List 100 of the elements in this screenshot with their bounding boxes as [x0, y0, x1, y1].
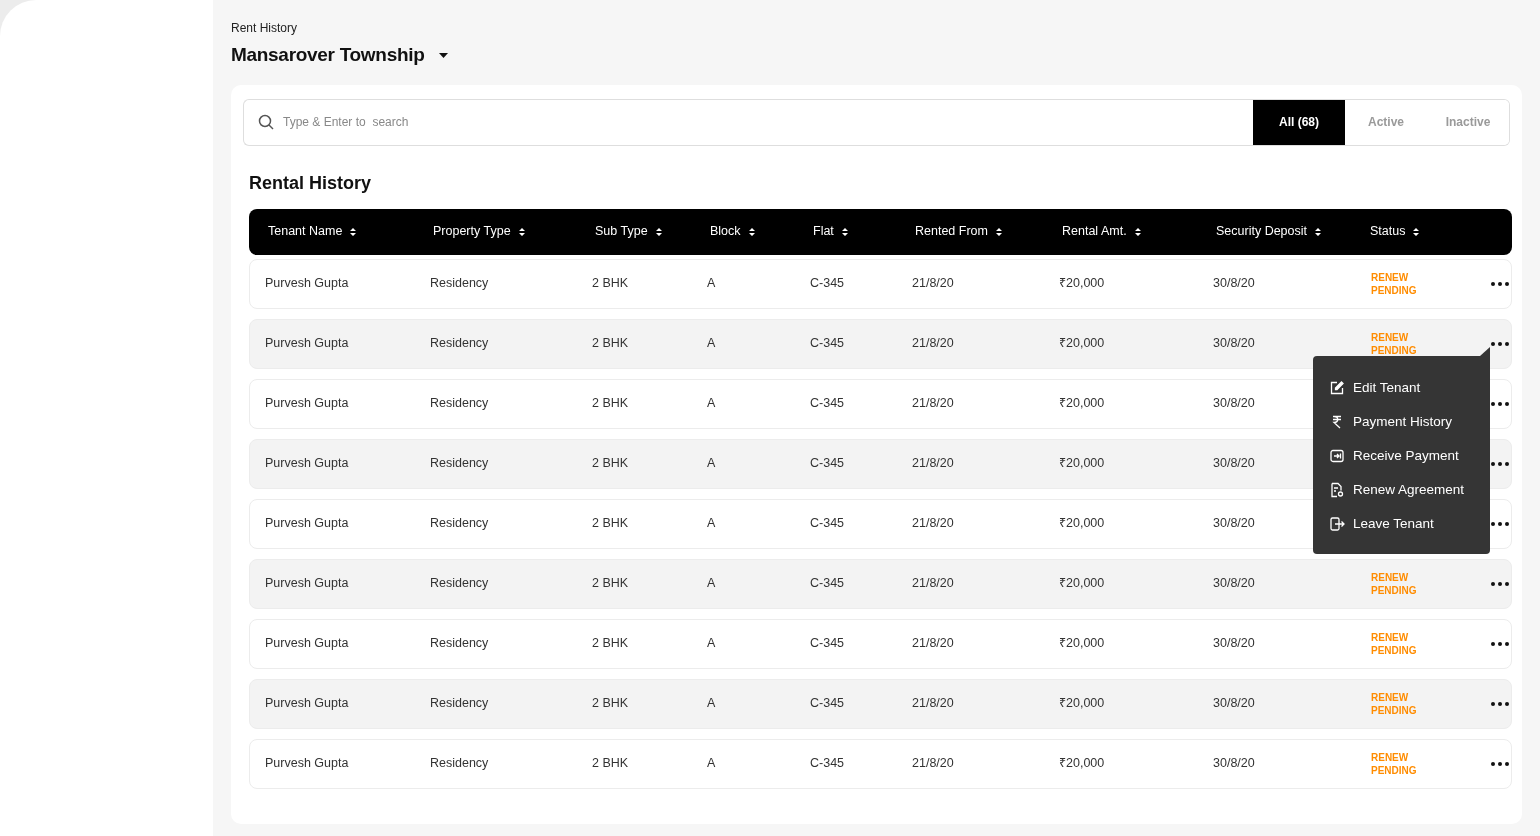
breadcrumb: Rent History: [231, 20, 299, 37]
table-cell: Purvesh Gupta: [265, 396, 349, 411]
table-cell: A: [707, 456, 716, 471]
table-cell: 2 BHK: [592, 276, 629, 291]
status-label: RENEW PENDING: [1371, 570, 1417, 597]
table-cell: 21/8/20: [912, 396, 954, 411]
sort-icon[interactable]: [518, 226, 525, 237]
table-cell: C-345: [810, 516, 845, 531]
table-cell: 21/8/20: [912, 276, 954, 291]
table-cell: Residency: [430, 756, 489, 771]
table-cell: 21/8/20: [912, 696, 954, 711]
more-button[interactable]: [1490, 760, 1510, 767]
column-header[interactable]: Status: [1370, 222, 1406, 241]
sort-icon[interactable]: [995, 226, 1002, 237]
table-cell: 30/8/20: [1213, 576, 1255, 591]
table-cell: Purvesh Gupta: [265, 576, 349, 591]
column-header[interactable]: Flat: [813, 222, 834, 241]
table-cell: Purvesh Gupta: [265, 516, 349, 531]
more-button[interactable]: [1490, 580, 1510, 587]
more-button[interactable]: [1490, 280, 1510, 287]
menu-item[interactable]: Leave Tenant: [1329, 513, 1490, 535]
column-header[interactable]: Rented From: [915, 222, 988, 241]
column-header[interactable]: Property Type: [433, 222, 511, 241]
table-cell: Purvesh Gupta: [265, 336, 349, 351]
sort-icon[interactable]: [1134, 226, 1141, 237]
more-button[interactable]: [1490, 460, 1510, 467]
table-cell: Purvesh Gupta: [265, 696, 349, 711]
table-cell: 30/8/20: [1213, 456, 1255, 471]
column-header[interactable]: Tenant Name: [268, 222, 343, 241]
menu-item[interactable]: Edit Tenant: [1329, 377, 1490, 399]
table-cell: ₹20,000: [1059, 516, 1105, 531]
sort-icon[interactable]: [1315, 226, 1321, 237]
table-cell: 30/8/20: [1213, 756, 1255, 771]
sort-icon[interactable]: [350, 226, 357, 237]
status-label: RENEW PENDING: [1371, 750, 1417, 777]
sort-icon[interactable]: [748, 226, 755, 237]
status-label: RENEW PENDING: [1371, 690, 1417, 717]
table-cell: A: [707, 396, 716, 411]
section-title: Rental History: [249, 171, 372, 195]
table-cell: A: [707, 336, 716, 351]
menu-item[interactable]: Renew Agreement: [1329, 479, 1490, 501]
column-header[interactable]: Security Deposit: [1216, 222, 1307, 241]
more-button[interactable]: [1490, 700, 1510, 707]
table-cell: A: [707, 276, 716, 291]
table-cell: Residency: [430, 336, 489, 351]
menu-item[interactable]: Receive Payment: [1329, 445, 1490, 467]
table-cell: C-345: [810, 456, 845, 471]
table-cell: 30/8/20: [1213, 636, 1255, 651]
township-dropdown[interactable]: Mansarover Township: [231, 41, 448, 70]
status-label: RENEW PENDING: [1371, 630, 1417, 657]
table-cell: Purvesh Gupta: [265, 636, 349, 651]
exit-icon: [1329, 516, 1345, 532]
table-cell: C-345: [810, 756, 845, 771]
more-button[interactable]: [1490, 640, 1510, 647]
table-cell: A: [707, 636, 716, 651]
table-cell: 30/8/20: [1213, 336, 1255, 351]
column-header[interactable]: Block: [710, 222, 741, 241]
table-cell: C-345: [810, 636, 845, 651]
table-cell: ₹20,000: [1059, 276, 1105, 291]
table-cell: 30/8/20: [1213, 696, 1255, 711]
table-cell: Purvesh Gupta: [265, 756, 349, 771]
table-cell: 2 BHK: [592, 396, 629, 411]
table-cell: Residency: [430, 276, 489, 291]
table-cell: 21/8/20: [912, 576, 954, 591]
table-cell: C-345: [810, 276, 845, 291]
table-cell: Residency: [430, 576, 489, 591]
status-label: RENEW PENDING: [1371, 270, 1417, 297]
sort-icon[interactable]: [841, 226, 848, 237]
table-cell: C-345: [810, 396, 845, 411]
table-cell: 30/8/20: [1213, 276, 1255, 291]
table-cell: 2 BHK: [592, 636, 629, 651]
table-cell: Residency: [430, 696, 489, 711]
table-cell: A: [707, 516, 716, 531]
table-cell: C-345: [810, 336, 845, 351]
more-button[interactable]: [1490, 400, 1510, 407]
sort-icon[interactable]: [1413, 226, 1420, 237]
column-header[interactable]: Rental Amt.: [1062, 222, 1127, 241]
table-cell: 30/8/20: [1213, 516, 1255, 531]
edit-icon: [1329, 380, 1345, 396]
table-cell: 2 BHK: [592, 336, 629, 351]
menu-item[interactable]: Payment History: [1329, 411, 1490, 433]
table-cell: 2 BHK: [592, 696, 629, 711]
more-button[interactable]: [1490, 520, 1510, 527]
receive-icon: [1329, 448, 1345, 464]
table-cell: 2 BHK: [592, 516, 629, 531]
caret-icon: [438, 52, 448, 58]
column-header[interactable]: Sub Type: [595, 222, 648, 241]
sort-icon[interactable]: [655, 226, 662, 237]
table-cell: A: [707, 696, 716, 711]
table-cell: C-345: [810, 576, 845, 591]
table-cell: 21/8/20: [912, 516, 954, 531]
status-label: RENEW PENDING: [1371, 330, 1417, 357]
table-cell: 21/8/20: [912, 336, 954, 351]
table-cell: Residency: [430, 516, 489, 531]
more-button[interactable]: [1490, 340, 1510, 347]
document-icon: [1329, 482, 1345, 498]
table-cell: 30/8/20: [1213, 396, 1255, 411]
table-cell: ₹20,000: [1059, 396, 1105, 411]
table-cell: Purvesh Gupta: [265, 456, 349, 471]
table-cell: 2 BHK: [592, 576, 629, 591]
